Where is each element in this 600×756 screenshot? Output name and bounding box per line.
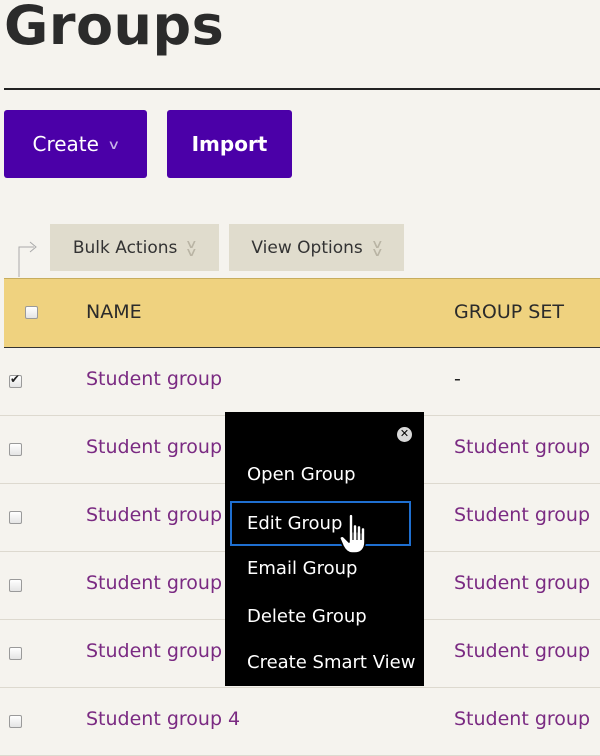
page-title: Groups: [4, 0, 225, 57]
bulk-actions-button[interactable]: Bulk Actions ∨ ∨: [50, 224, 219, 271]
menu-item-email-group[interactable]: Email Group: [247, 558, 357, 579]
group-name-link[interactable]: Student group: [86, 504, 222, 526]
row-checkbox[interactable]: [9, 715, 22, 728]
group-name-link[interactable]: Student group: [86, 436, 222, 458]
view-options-label: View Options: [251, 237, 363, 258]
group-set-value: -: [454, 368, 461, 390]
title-divider: [4, 88, 600, 90]
bulk-actions-label: Bulk Actions: [72, 237, 178, 258]
import-button[interactable]: Import: [167, 110, 292, 178]
create-button-label: Create: [32, 132, 99, 156]
menu-item-open-group[interactable]: Open Group: [247, 464, 356, 485]
column-header-group-set[interactable]: GROUP SET: [454, 301, 564, 323]
close-icon[interactable]: ✕: [397, 427, 412, 442]
hand-pointer-icon: [339, 513, 366, 554]
row-checkbox[interactable]: [9, 579, 22, 592]
group-name-link[interactable]: Student group 4: [86, 708, 240, 730]
double-chevron-down-icon: ∨ ∨: [185, 236, 199, 259]
table-row: Student group -: [0, 347, 600, 416]
row-checkbox[interactable]: [9, 443, 22, 456]
row-checkbox[interactable]: [9, 647, 22, 660]
menu-item-edit-group[interactable]: Edit Group: [230, 501, 411, 546]
table-header: NAME GROUP SET: [4, 278, 600, 348]
chevron-down-icon: ∨: [107, 137, 121, 153]
create-button[interactable]: Create ∨: [4, 110, 147, 178]
menu-item-delete-group[interactable]: Delete Group: [247, 606, 367, 627]
group-name-link[interactable]: Student group: [86, 640, 222, 662]
group-set-link[interactable]: Student group: [454, 504, 590, 526]
group-set-link[interactable]: Student group: [454, 640, 590, 662]
group-context-menu: ✕ Open Group Edit Group Email Group Dele…: [225, 412, 424, 686]
group-set-link[interactable]: Student group: [454, 436, 590, 458]
group-name-link[interactable]: Student group: [86, 572, 222, 594]
table-row: Student group 4 Student group: [0, 687, 600, 756]
group-name-link[interactable]: Student group: [86, 368, 222, 390]
group-set-link[interactable]: Student group: [454, 572, 590, 594]
double-chevron-down-icon: ∨ ∨: [370, 236, 384, 259]
view-options-button[interactable]: View Options ∨ ∨: [229, 224, 404, 271]
column-header-name[interactable]: NAME: [86, 301, 142, 323]
group-set-link[interactable]: Student group: [454, 708, 590, 730]
select-all-arrow-icon: [18, 241, 37, 277]
row-checkbox[interactable]: [9, 511, 22, 524]
select-all-checkbox[interactable]: [25, 306, 38, 319]
row-checkbox[interactable]: [9, 372, 22, 388]
menu-item-create-smart-view[interactable]: Create Smart View: [247, 652, 415, 673]
